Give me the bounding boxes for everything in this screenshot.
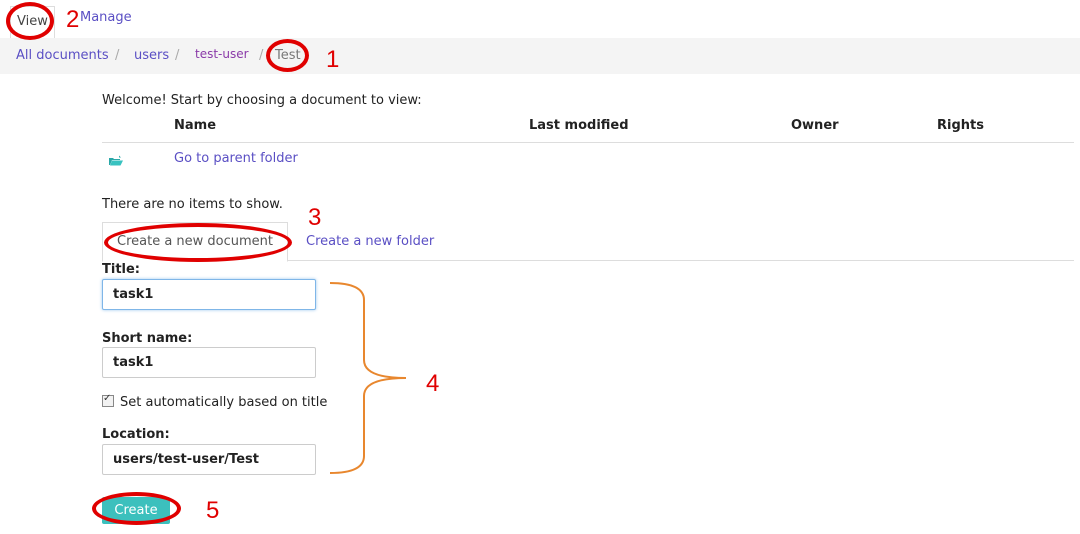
short-name-label: Short name:	[102, 331, 193, 346]
empty-state-text: There are no items to show.	[102, 197, 283, 212]
annotation-circle-create-document	[104, 223, 292, 262]
breadcrumb-separator: /	[115, 48, 120, 63]
auto-short-name-checkbox[interactable]	[102, 393, 114, 407]
parent-folder-link[interactable]: Go to parent folder	[174, 151, 298, 166]
breadcrumb-all-documents[interactable]: All documents	[16, 48, 109, 63]
tab-manage[interactable]: Manage	[80, 10, 132, 25]
location-input[interactable]	[102, 444, 316, 475]
title-label: Title:	[102, 262, 141, 277]
breadcrumb-separator: /	[259, 48, 264, 63]
top-tabs: View Manage	[0, 0, 1080, 39]
annotation-circle-view	[6, 2, 54, 40]
breadcrumb-separator: /	[175, 48, 180, 63]
breadcrumb: All documents / users / test-user / Test	[0, 38, 1080, 74]
annotation-number-5: 5	[206, 497, 220, 524]
column-rights[interactable]: Rights	[937, 118, 984, 133]
breadcrumb-test-user[interactable]: test-user	[195, 47, 249, 61]
column-last-modified[interactable]: Last modified	[529, 118, 629, 133]
annotation-number-4: 4	[426, 370, 440, 397]
location-label: Location:	[102, 427, 170, 442]
annotation-circle-create-button	[92, 492, 181, 525]
breadcrumb-users[interactable]: users	[134, 48, 169, 63]
folder-open-icon	[109, 155, 123, 166]
annotation-number-2: 2	[66, 6, 80, 33]
tab-create-folder[interactable]: Create a new folder	[306, 234, 434, 249]
annotation-number-1: 1	[326, 46, 340, 73]
welcome-text: Welcome! Start by choosing a document to…	[102, 93, 422, 108]
annotation-bracket	[330, 282, 407, 474]
annotation-number-3: 3	[308, 204, 322, 231]
table-header: Name Last modified Owner Rights	[102, 117, 1074, 143]
column-name[interactable]: Name	[174, 118, 216, 133]
auto-short-name-label: Set automatically based on title	[120, 395, 328, 410]
table-row[interactable]: Go to parent folder	[102, 150, 1074, 172]
annotation-circle-test	[266, 39, 309, 72]
title-input[interactable]	[102, 279, 316, 310]
short-name-input[interactable]	[102, 347, 316, 378]
column-owner[interactable]: Owner	[791, 118, 839, 133]
auto-short-name-row: Set automatically based on title	[102, 393, 328, 410]
